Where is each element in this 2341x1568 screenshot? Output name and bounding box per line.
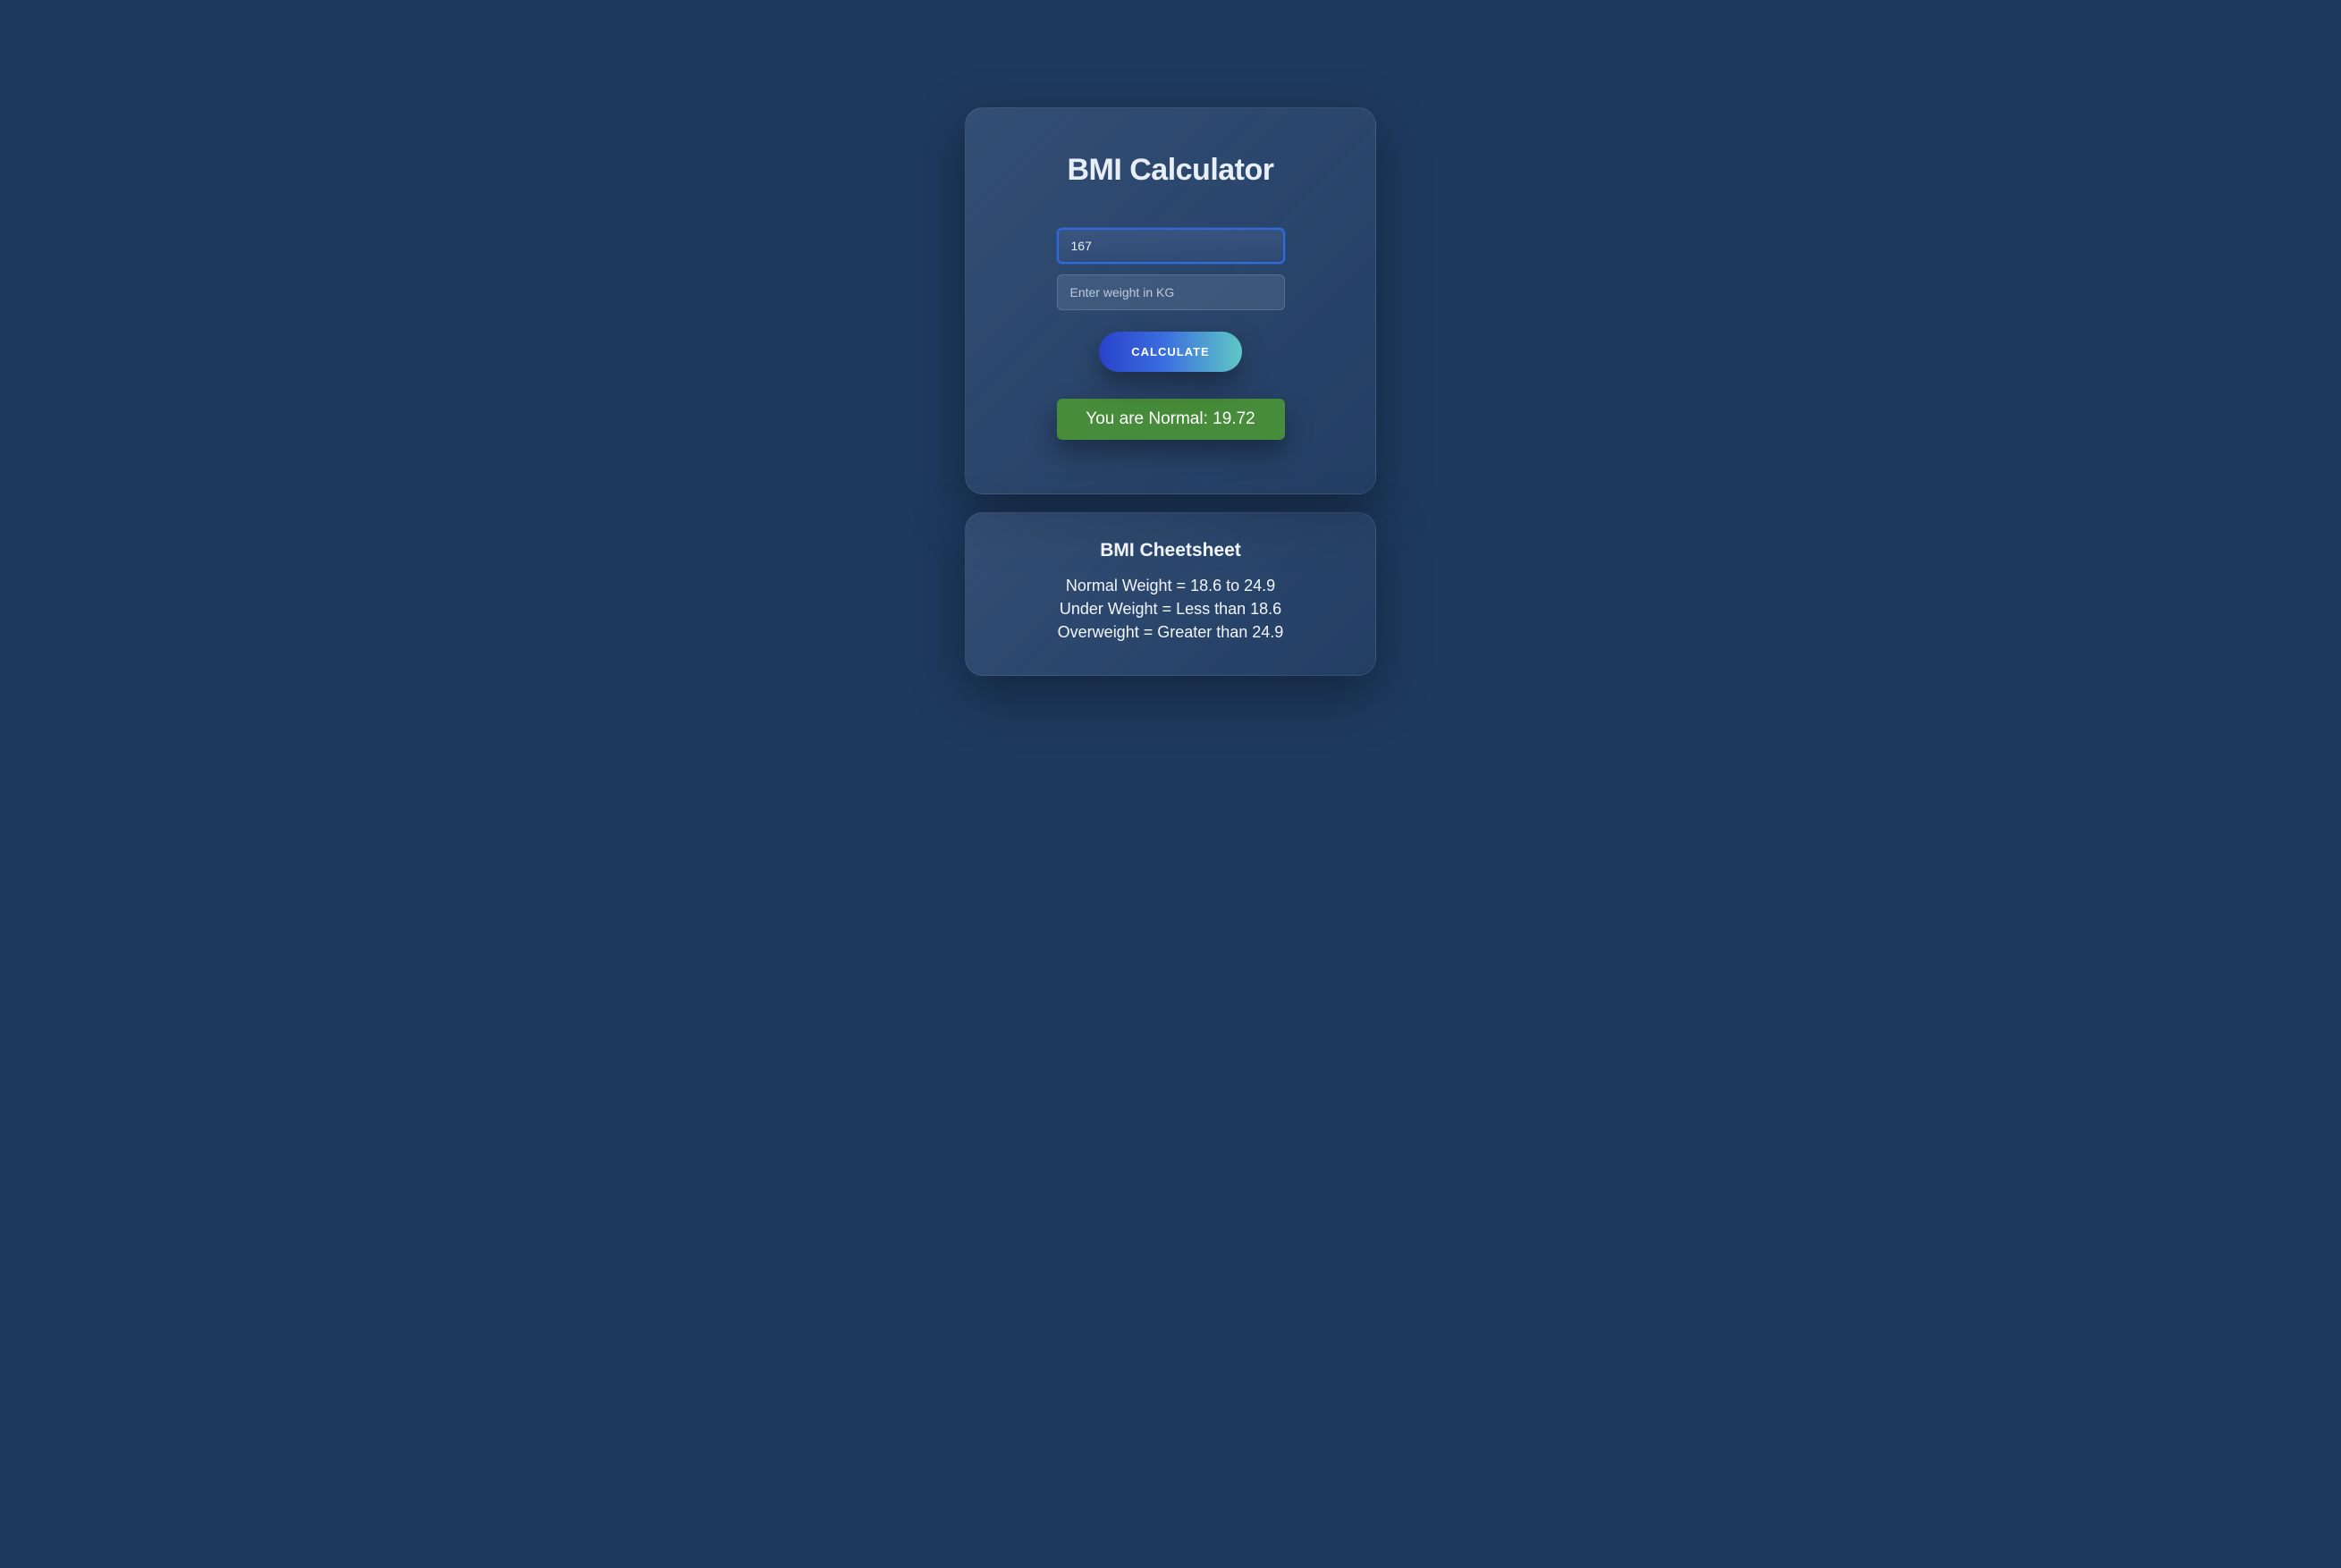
bmi-calculator-card: BMI Calculator CALCULATE You are Normal:… <box>965 107 1376 494</box>
cheatsheet-line: Normal Weight = 18.6 to 24.9 <box>1001 574 1340 597</box>
bmi-cheatsheet-card: BMI Cheetsheet Normal Weight = 18.6 to 2… <box>965 512 1376 676</box>
result-display: You are Normal: 19.72 <box>1057 399 1285 440</box>
cheatsheet-line: Overweight = Greater than 24.9 <box>1001 620 1340 644</box>
calculate-button[interactable]: CALCULATE <box>1099 332 1241 372</box>
cheatsheet-line: Under Weight = Less than 18.6 <box>1001 597 1340 620</box>
cheatsheet-title: BMI Cheetsheet <box>1001 540 1340 561</box>
cheatsheet-lines: Normal Weight = 18.6 to 24.9 Under Weigh… <box>1001 574 1340 644</box>
height-input[interactable] <box>1057 228 1285 264</box>
weight-input[interactable] <box>1057 274 1285 310</box>
page-title: BMI Calculator <box>1010 153 1331 188</box>
input-group <box>1010 228 1331 310</box>
